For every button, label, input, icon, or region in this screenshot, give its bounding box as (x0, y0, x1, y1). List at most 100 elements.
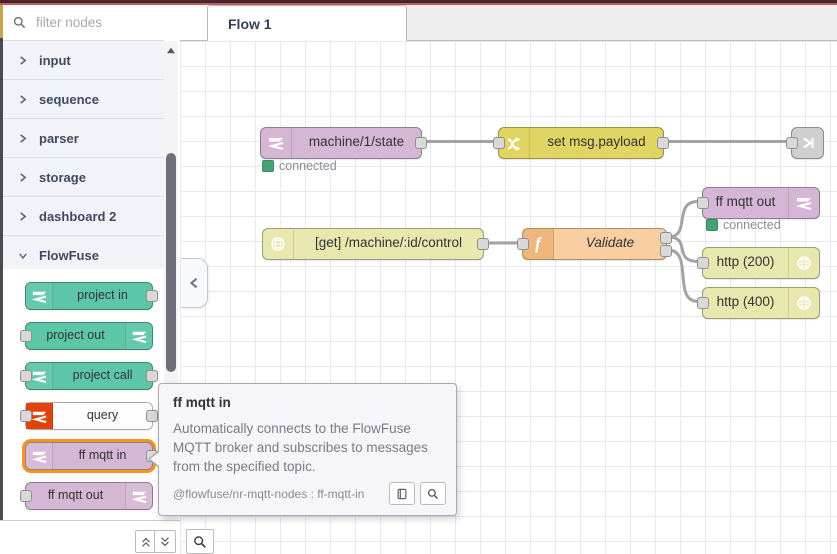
palette-node-label: project call (72, 368, 133, 382)
node-link-out[interactable] (786, 127, 824, 159)
globe-icon (788, 288, 819, 318)
palette-node-ff-mqtt-in[interactable]: ff mqtt in (25, 442, 158, 470)
palette-categories: input sequence parser storage dashboard … (3, 41, 164, 275)
node-http-200[interactable]: http (200) (697, 247, 820, 279)
tab-label: Flow 1 (228, 15, 272, 32)
node-label: http (200) (716, 254, 775, 269)
palette-toggle-button[interactable] (181, 258, 208, 308)
tab-flow-1[interactable]: Flow 1 (207, 5, 407, 41)
category-label: storage (39, 169, 86, 185)
output-port-1[interactable] (660, 232, 672, 244)
palette-node-project-call[interactable]: project call (20, 362, 158, 390)
palette-filter (3, 5, 164, 41)
flowfuse-icon (125, 323, 152, 349)
status-dot-icon (262, 160, 274, 172)
palette-category-input[interactable]: input (3, 41, 164, 80)
filter-nodes-input[interactable] (34, 14, 148, 31)
palette-node-project-in[interactable]: project in (25, 282, 158, 310)
input-port[interactable] (697, 197, 709, 209)
palette-node-project-out[interactable]: project out (20, 322, 153, 350)
category-label: parser (39, 130, 79, 146)
flowfuse-icon (26, 443, 53, 469)
status-text: connected (723, 218, 781, 232)
node-machine-1-state[interactable]: machine/1/state (260, 127, 427, 159)
output-port[interactable] (146, 370, 158, 382)
palette-node-label: project in (77, 288, 128, 302)
node-status: connected (262, 159, 337, 173)
node-label: set msg.payload (547, 134, 646, 149)
node-info-tooltip: ff mqtt in Automatically connects to the… (148, 383, 457, 516)
flowfuse-icon (26, 283, 53, 309)
status-dot-icon (706, 219, 718, 231)
magnifier-icon (194, 535, 206, 548)
node-set-msg-payload[interactable]: set msg.payload (493, 127, 669, 159)
node-validate-function[interactable]: f Validate (517, 228, 672, 260)
tooltip-module-id: @flowfuse/nr-mqtt-nodes : ff-mqtt-in (173, 486, 365, 501)
node-label: Validate (585, 235, 635, 250)
node-http-400[interactable]: http (400) (697, 287, 820, 319)
tabbar-background (405, 5, 837, 41)
chevron-right-icon (18, 94, 28, 105)
input-port[interactable] (697, 297, 709, 309)
palette-node-label: query (86, 408, 119, 422)
status-text: connected (279, 159, 337, 173)
node-label: ff mqtt out (715, 194, 776, 209)
category-label: sequence (39, 91, 99, 107)
scroll-up-button[interactable] (166, 44, 176, 56)
search-node-button[interactable] (420, 482, 446, 505)
input-port[interactable] (20, 490, 32, 502)
flowfuse-icon (125, 483, 152, 509)
input-port[interactable] (517, 238, 529, 250)
node-status: connected (706, 218, 781, 232)
node-label: [get] /machine/:id/control (314, 235, 463, 250)
search-icon (13, 16, 26, 29)
output-port[interactable] (657, 137, 669, 149)
input-port[interactable] (493, 137, 505, 149)
palette-category-storage[interactable]: storage (3, 158, 164, 197)
expand-all-button[interactable] (154, 530, 176, 553)
tooltip-description: Automatically connects to the FlowFuse M… (173, 421, 428, 475)
input-port[interactable] (20, 330, 32, 342)
input-port[interactable] (697, 257, 709, 269)
output-port[interactable] (415, 137, 427, 149)
book-icon (397, 488, 407, 499)
flowfuse-icon (788, 188, 819, 218)
chevron-right-icon (18, 172, 28, 183)
input-port[interactable] (20, 410, 32, 422)
tabbar-left-spacer (180, 5, 207, 41)
palette-category-sequence[interactable]: sequence (3, 80, 164, 119)
help-button[interactable] (389, 482, 415, 505)
flowfuse-icon (261, 128, 292, 158)
chevron-right-icon (18, 133, 28, 144)
palette-node-ff-mqtt-out[interactable]: ff mqtt out (20, 482, 153, 510)
input-port[interactable] (786, 137, 798, 149)
output-port[interactable] (146, 290, 158, 302)
output-port-2[interactable] (660, 245, 672, 257)
category-label: FlowFuse (39, 247, 99, 263)
triangle-up-icon (167, 47, 175, 54)
node-label: machine/1/state (308, 134, 405, 149)
chevron-down-icon (18, 251, 28, 260)
double-chevron-down-icon (161, 536, 169, 546)
palette-node-label: project out (46, 328, 105, 342)
palette-node-label: ff mqtt in (78, 448, 127, 462)
node-http-in[interactable]: [get] /machine/:id/control (262, 228, 489, 260)
category-label: input (39, 52, 71, 68)
input-port[interactable] (20, 370, 32, 382)
node-ff-mqtt-out[interactable]: ff mqtt out (697, 187, 820, 219)
scrollbar-thumb[interactable] (166, 153, 176, 372)
chevron-right-icon (18, 55, 28, 66)
chevron-right-icon (18, 211, 28, 222)
output-port[interactable] (477, 238, 489, 250)
output-port[interactable] (146, 410, 158, 422)
node-red-editor: input sequence parser storage dashboard … (0, 0, 837, 554)
palette-category-dashboard-2[interactable]: dashboard 2 (3, 197, 164, 236)
node-label: http (400) (716, 294, 775, 309)
canvas-search-button[interactable] (186, 529, 214, 554)
palette-node-query[interactable]: query (20, 402, 158, 430)
magnifier-icon (427, 488, 439, 499)
palette-category-parser[interactable]: parser (3, 119, 164, 158)
palette-node-label: ff mqtt out (47, 488, 104, 502)
globe-icon (788, 248, 819, 278)
tooltip-footer: @flowfuse/nr-mqtt-nodes : ff-mqtt-in (173, 482, 446, 505)
